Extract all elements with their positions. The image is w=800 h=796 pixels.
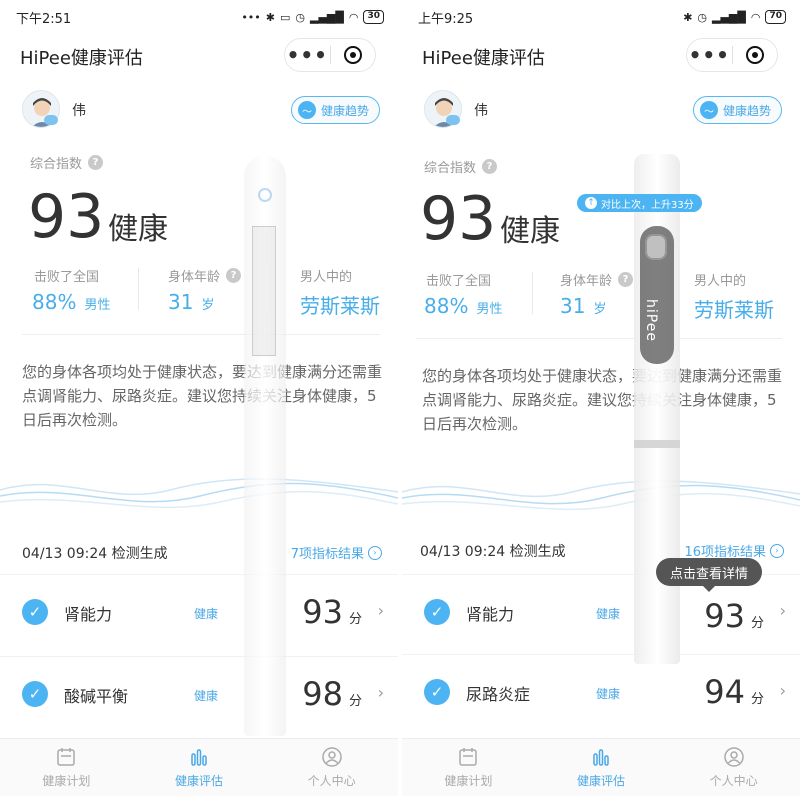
pen-overlay-image: hiPee	[634, 154, 680, 664]
help-icon[interactable]: ?	[226, 268, 242, 283]
composite-status: 健康	[108, 212, 168, 247]
detect-time: 04/13 09:24 检测生成	[22, 546, 168, 562]
beat-value: 88% 男性	[424, 294, 503, 318]
check-icon: ✓	[22, 599, 48, 625]
left-phone-screen: 下午2:51 ••• ✱ ▭ ◷ ▂▄▆█ ◠ 30 HiPee健康评估 •••…	[0, 0, 398, 796]
person-icon	[723, 747, 744, 767]
health-description: 您的身体各项均处于健康状态，要达到健康满分还需重点调肾能力、尿路炎症。建议您持续…	[22, 363, 383, 429]
tab-bar: 健康计划 健康评估 个人中心	[0, 738, 398, 796]
detect-time: 04/13 09:24 检测生成	[420, 544, 566, 560]
check-icon: ✓	[22, 681, 48, 707]
tab-health-plan[interactable]: 健康计划	[402, 739, 535, 796]
help-icon[interactable]: ?	[618, 272, 634, 287]
tooltip-view-details[interactable]: 点击查看详情	[656, 558, 763, 592]
chevron-right-icon: ›	[770, 543, 784, 558]
help-icon[interactable]: ?	[482, 159, 498, 174]
check-icon: ✓	[424, 599, 450, 625]
wave-decoration	[402, 480, 800, 511]
body-age-label: 身体年龄 ?	[168, 266, 242, 285]
bar-chart-icon	[593, 749, 609, 766]
pen-overlay-image	[244, 156, 286, 736]
composite-status: 健康	[500, 214, 560, 249]
chevron-right-icon: ›	[779, 601, 786, 620]
chevron-right-icon: ›	[377, 601, 384, 620]
body-age-label: 身体年龄 ?	[560, 270, 634, 289]
tab-health-plan[interactable]: 健康计划	[0, 739, 133, 796]
bar-chart-icon	[191, 749, 207, 766]
right-phone-screen: 上午9:25 ✱ ◷ ▂▄▆█ ◠ 70 HiPee健康评估 ••• 伟 〜 健…	[402, 0, 800, 796]
tab-personal-center[interactable]: 个人中心	[265, 739, 398, 796]
chevron-right-icon: ›	[377, 683, 384, 702]
calendar-icon	[57, 748, 76, 766]
list-item[interactable]: ✓ 肾能力 健康 93 分 ›	[0, 574, 398, 654]
compare-badge: ↑ 对比上次，上升33分	[577, 194, 702, 212]
list-item[interactable]: ✓ 尿路炎症 健康 94 分 ›	[402, 654, 800, 734]
check-icon: ✓	[424, 679, 450, 705]
rank-label: 男人中的	[300, 270, 353, 285]
arrow-up-icon: ↑	[585, 197, 597, 209]
composite-score: 93	[420, 184, 497, 254]
rank-label: 男人中的	[694, 274, 747, 289]
person-icon	[321, 747, 342, 767]
body-age-value: 31 岁	[168, 290, 215, 314]
list-item[interactable]: ✓ 肾能力 健康 93 分 ›	[402, 574, 800, 654]
list-item[interactable]: ✓ 酸碱平衡 健康 98 分 ›	[0, 656, 398, 736]
chevron-right-icon: ›	[368, 545, 382, 560]
tab-health-assessment[interactable]: 健康评估	[133, 739, 266, 796]
health-description: 您的身体各项均处于健康状态，要达到健康满分还需重点调肾能力、尿路炎症。建议您持续…	[422, 367, 783, 433]
beat-value: 88% 男性	[32, 290, 111, 314]
results-link[interactable]: 7项指标结果 ›	[291, 543, 382, 562]
beat-label: 击败了全国	[426, 274, 492, 289]
rank-value: 劳斯莱斯	[300, 294, 380, 318]
pen-brand-text: hiPee	[643, 299, 659, 342]
tab-personal-center[interactable]: 个人中心	[667, 739, 800, 796]
composite-index-label: 综合指数 ?	[30, 153, 104, 172]
chevron-right-icon: ›	[779, 681, 786, 700]
help-icon[interactable]: ?	[88, 155, 104, 170]
wave-decoration	[0, 478, 398, 509]
body-age-value: 31 岁	[560, 294, 607, 318]
composite-score: 93	[28, 182, 105, 252]
tab-bar: 健康计划 健康评估 个人中心	[402, 738, 800, 796]
beat-label: 击败了全国	[34, 270, 100, 285]
tab-health-assessment[interactable]: 健康评估	[535, 739, 668, 796]
rank-value: 劳斯莱斯	[694, 298, 774, 322]
composite-index-label: 综合指数 ?	[424, 157, 498, 176]
calendar-icon	[459, 748, 478, 766]
